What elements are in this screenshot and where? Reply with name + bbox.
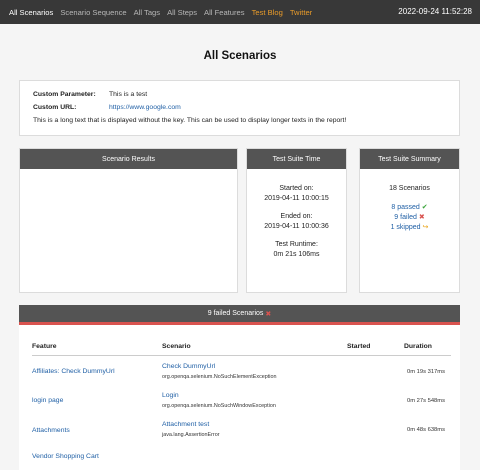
nav-all-features[interactable]: All Features: [204, 8, 245, 17]
report-datetime: 2022-09-24 11:52:28: [398, 7, 472, 16]
scenario-results-card: Scenario Results: [19, 148, 238, 293]
error-text: org.openqa.selenium.NoSuchElementExcepti…: [162, 374, 277, 380]
table-row: Vendor Shopping Cart: [32, 450, 451, 470]
scenario-results-header: Scenario Results: [20, 149, 237, 169]
skipped-label: 1 skipped: [390, 224, 421, 231]
scenario-link[interactable]: Check DummyUrl: [162, 363, 215, 370]
table-header: Feature Scenario Started Duration: [32, 341, 451, 356]
column-feature: Feature: [32, 343, 57, 350]
nav-scenario-sequence[interactable]: Scenario Sequence: [60, 8, 126, 17]
scenario-link[interactable]: Login: [162, 392, 179, 399]
param-long-text: This is a long text that is displayed wi…: [33, 117, 347, 124]
page-title: All Scenarios: [203, 50, 277, 62]
ended-value: 2019-04-11 10:00:36: [264, 223, 329, 230]
test-suite-time-header: Test Suite Time: [247, 149, 346, 169]
table-row: login page Login org.openqa.selenium.NoS…: [32, 392, 451, 420]
test-suite-summary-header: Test Suite Summary: [360, 149, 459, 169]
passed-link[interactable]: 8 passed ✔: [360, 203, 459, 213]
runtime-label: Test Runtime:: [275, 241, 318, 248]
cross-icon: ✖: [418, 214, 425, 221]
param-row: Custom Parameter: This is a test: [33, 88, 446, 101]
param-value: This is a test: [109, 91, 148, 98]
table-row: Attachments Attachment test java.lang.As…: [32, 421, 451, 449]
ended-label: Ended on:: [280, 213, 313, 220]
custom-parameters-card: Custom Parameter: This is a test Custom …: [19, 80, 460, 136]
nav-all-tags[interactable]: All Tags: [134, 8, 160, 17]
nav-test-blog[interactable]: Test Blog: [252, 8, 283, 17]
scenario-link[interactable]: Attachment test: [162, 421, 209, 428]
duration-value: 0m 48s 638ms: [406, 427, 445, 433]
column-scenario: Scenario: [162, 343, 191, 350]
test-suite-summary-card: Test Suite Summary 18 Scenarios 8 passed…: [359, 148, 460, 293]
duration-value: 0m 27s 548ms: [406, 398, 445, 404]
table-row: Affiliates: Check DummyUrl Check DummyUr…: [32, 363, 451, 391]
scenario-count: 18 Scenarios: [389, 185, 430, 192]
runtime-value: 0m 21s 106ms: [273, 251, 320, 258]
column-duration: Duration: [404, 343, 432, 350]
nav-links: All Scenarios Scenario Sequence All Tags…: [9, 8, 312, 17]
passed-label: 8 passed: [391, 204, 420, 211]
check-icon: ✔: [421, 204, 428, 211]
column-started: Started: [347, 343, 371, 350]
started-label: Started on:: [279, 185, 314, 192]
failed-label: 9 failed: [394, 214, 417, 221]
failed-link[interactable]: 9 failed ✖: [360, 213, 459, 223]
nav-twitter[interactable]: Twitter: [290, 8, 312, 17]
started-value: 2019-04-11 10:00:15: [264, 195, 329, 202]
test-suite-time-card: Test Suite Time Started on: 2019-04-11 1…: [246, 148, 347, 293]
feature-link[interactable]: Vendor Shopping Cart: [32, 453, 99, 460]
param-key: Custom Parameter:: [33, 91, 96, 98]
nav-all-scenarios[interactable]: All Scenarios: [9, 8, 53, 17]
failed-scenarios-title: 9 failed Scenarios: [207, 310, 264, 317]
feature-link[interactable]: Attachments: [32, 427, 70, 434]
custom-url-link[interactable]: https://www.google.com: [109, 104, 181, 111]
suite-time-body: Started on: 2019-04-11 10:00:15 Ended on…: [247, 169, 346, 260]
failed-scenarios-header: 9 failed Scenarios ✖: [19, 305, 460, 325]
skip-arrow-icon: ↪: [422, 224, 429, 231]
feature-link[interactable]: login page: [32, 397, 63, 404]
param-key: Custom URL:: [33, 104, 77, 111]
error-text: java.lang.AssertionError: [162, 432, 220, 438]
cross-icon: ✖: [265, 310, 272, 318]
top-navbar: All Scenarios Scenario Sequence All Tags…: [0, 0, 480, 24]
nav-all-steps[interactable]: All Steps: [167, 8, 197, 17]
error-text: org.openqa.selenium.NoSuchWindowExceptio…: [162, 403, 276, 409]
param-row: Custom URL: https://www.google.com: [33, 101, 446, 114]
summary-body: 18 Scenarios 8 passed ✔ 9 failed ✖ 1 ski…: [360, 169, 459, 233]
duration-value: 0m 19s 317ms: [406, 369, 445, 375]
feature-link[interactable]: Affiliates: Check DummyUrl: [32, 368, 115, 375]
skipped-link[interactable]: 1 skipped ↪: [360, 223, 459, 233]
failed-scenarios-card: 9 failed Scenarios ✖ Feature Scenario St…: [19, 305, 460, 470]
